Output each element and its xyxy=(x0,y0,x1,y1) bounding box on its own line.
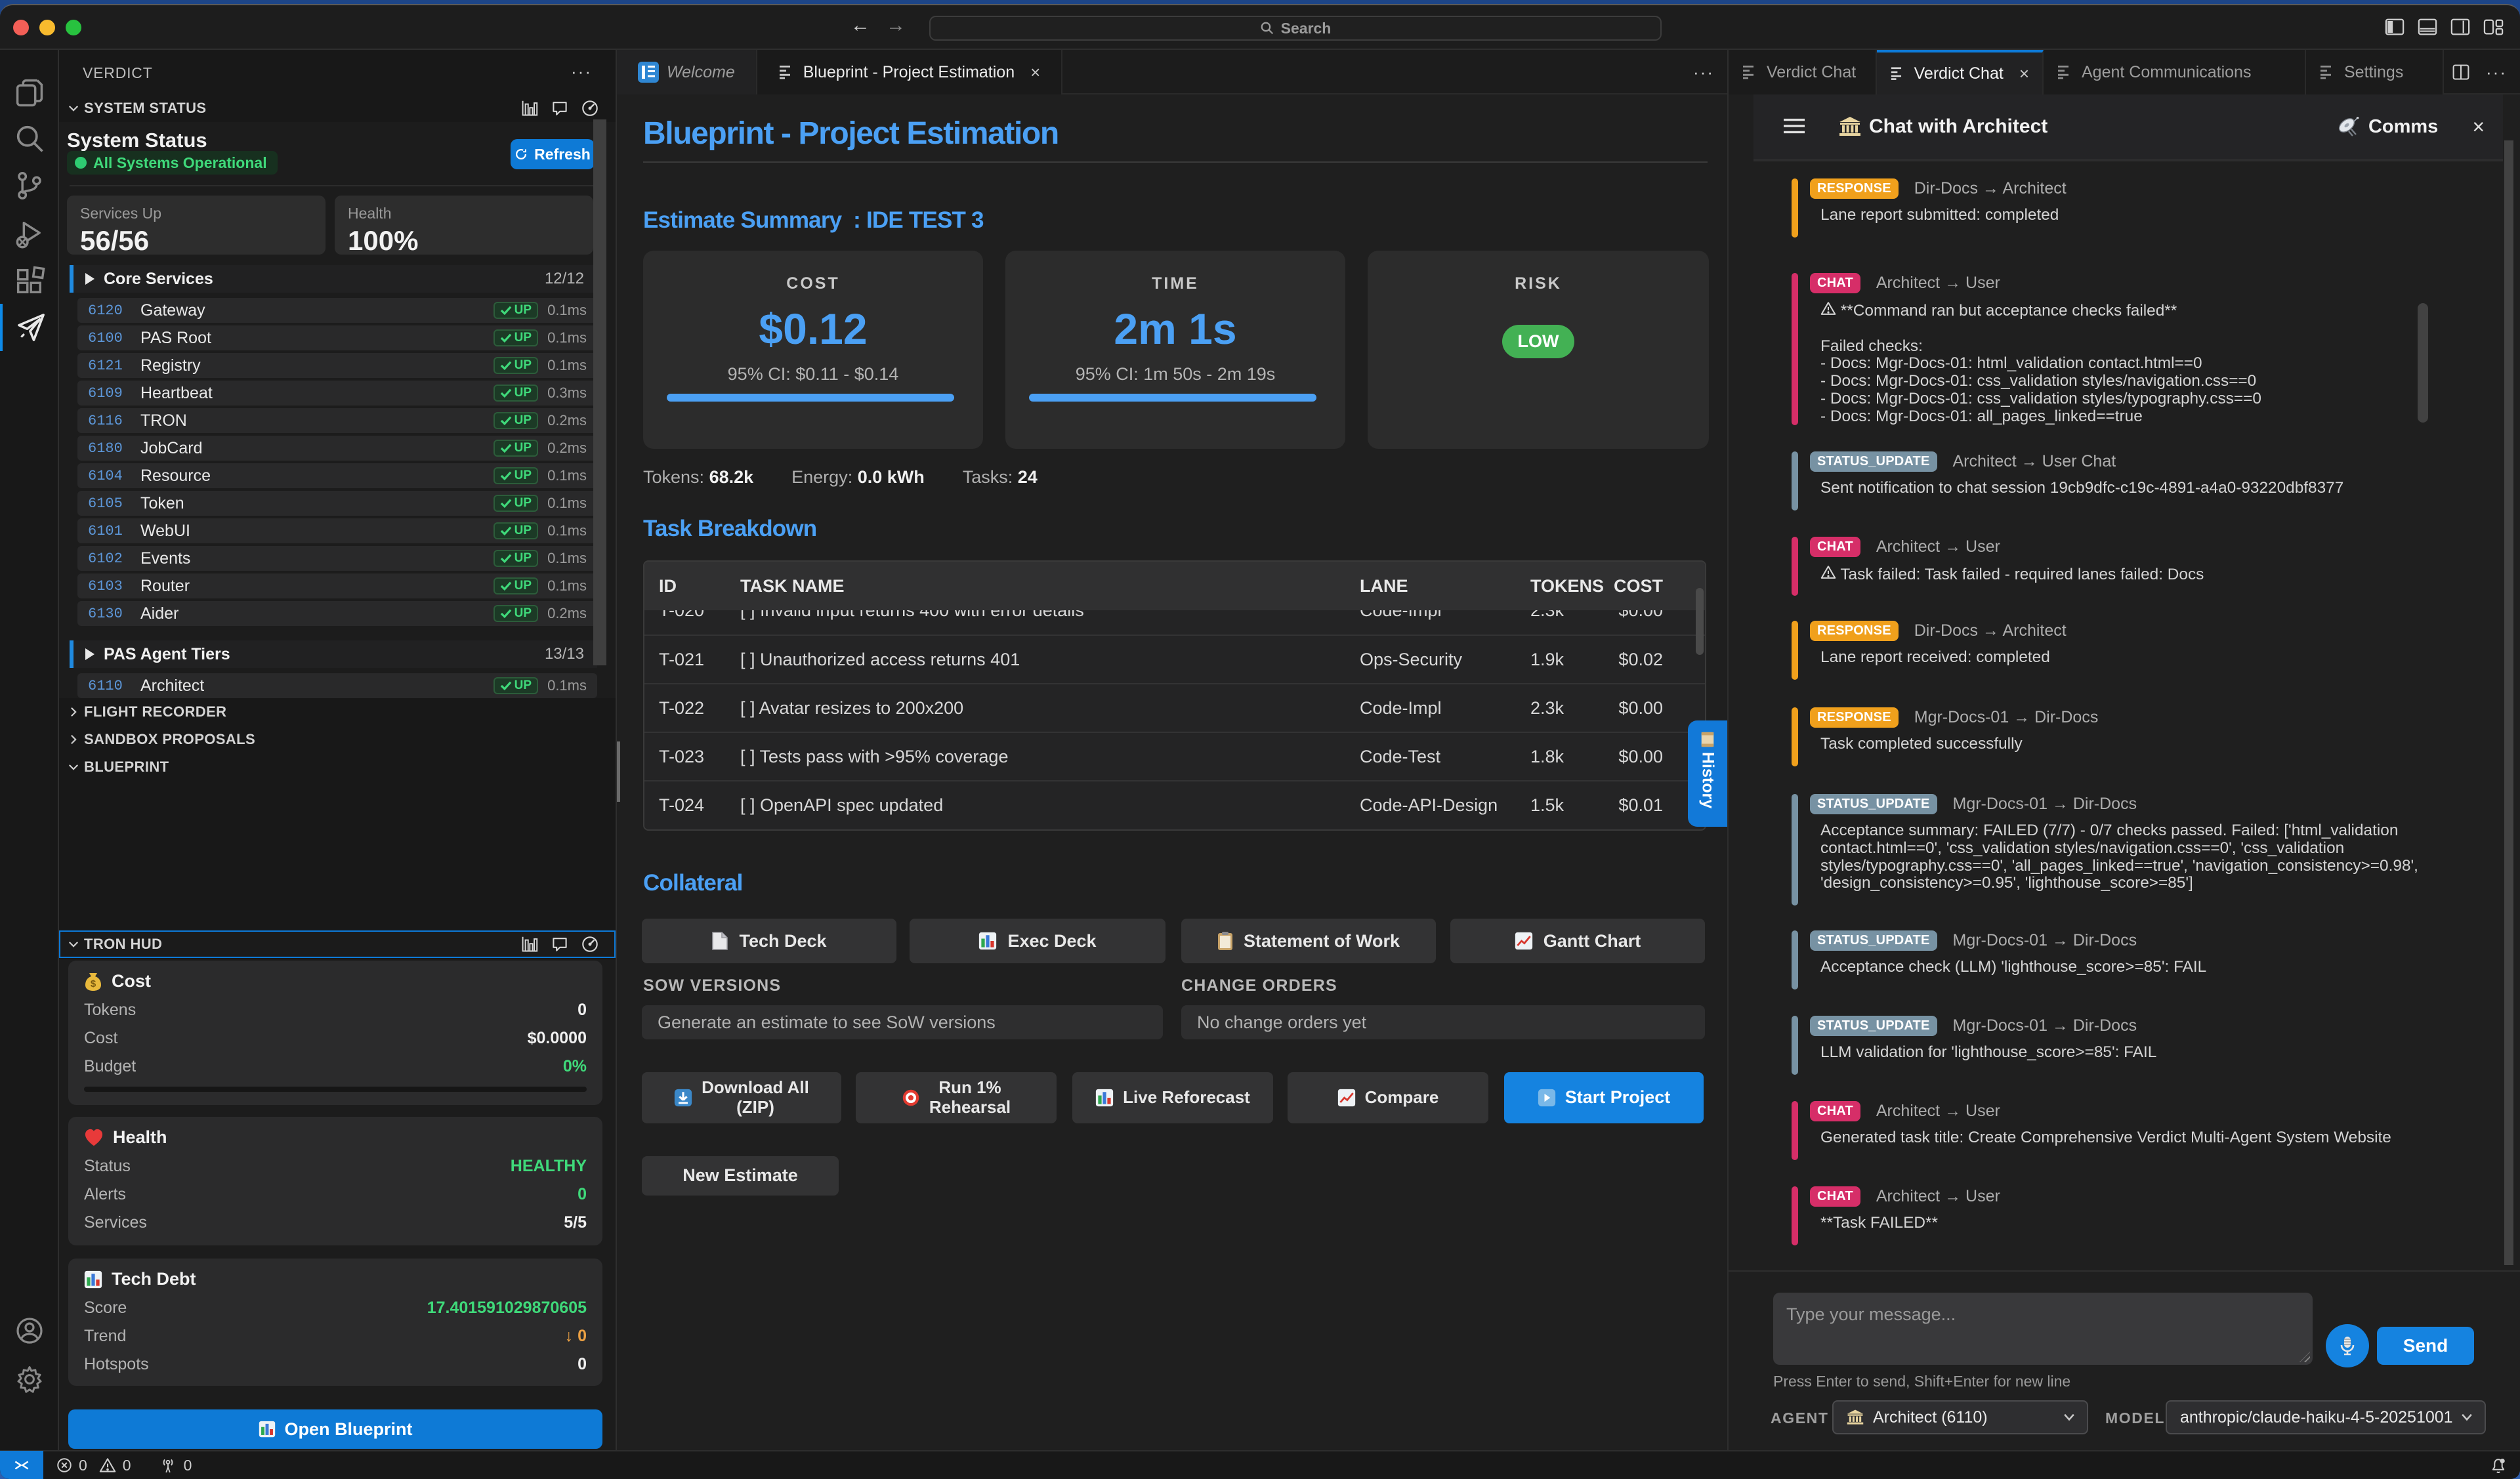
svg-text:$: $ xyxy=(91,978,96,989)
